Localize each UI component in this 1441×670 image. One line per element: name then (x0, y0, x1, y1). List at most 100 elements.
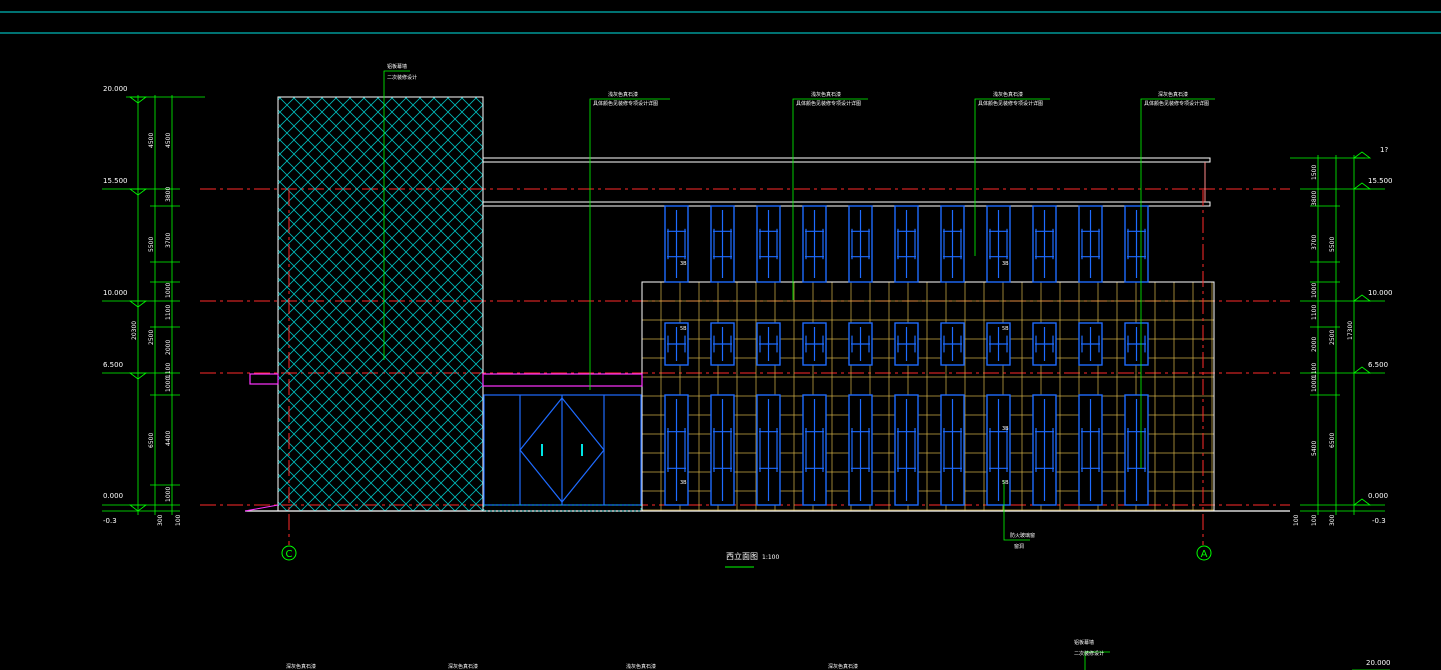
svg-text:4500: 4500 (165, 133, 172, 148)
window-unit (986, 394, 1011, 506)
window-unit (802, 322, 827, 366)
svg-text:3700: 3700 (165, 233, 172, 248)
window-unit (848, 394, 873, 506)
window-unit (756, 322, 781, 366)
svg-text:1100: 1100 (165, 305, 172, 320)
svg-text:5500: 5500 (148, 237, 155, 252)
svg-text:6500: 6500 (148, 433, 155, 448)
svg-text:300: 300 (157, 514, 164, 526)
svg-text:深灰色真石漆: 深灰色真石漆 (286, 663, 316, 670)
drawing-scale: 1:100 (762, 554, 779, 561)
callout-text: 窗洞 (1014, 543, 1024, 550)
svg-text:100: 100 (1293, 514, 1300, 526)
canopy-left (249, 373, 279, 385)
window-unit (802, 394, 827, 506)
svg-text:2500: 2500 (1329, 330, 1336, 345)
window-unit (1032, 205, 1057, 283)
window-unit (1032, 394, 1057, 506)
svg-text:4400: 4400 (165, 431, 172, 446)
elevation-markers-left: 20.000 15.500 10.000 6.500 0.000 -0.3 (103, 85, 148, 525)
svg-text:铝板幕墙: 铝板幕墙 (1074, 639, 1094, 646)
right-dimensions (1290, 155, 1385, 515)
svg-text:3800: 3800 (165, 187, 172, 202)
window-unit (894, 394, 919, 506)
elevation-label: 20.000 (1366, 659, 1391, 667)
elevation-label: 0.000 (1368, 492, 1388, 500)
elevation-drawing: C A 西立面图 1:100 20.000 15.500 10.000 6.50… (0, 11, 1441, 670)
svg-text:5B: 5B (1002, 480, 1009, 486)
svg-text:6500: 6500 (1329, 433, 1336, 448)
window-unit (756, 394, 781, 506)
svg-text:二次装修设计: 二次装修设计 (1074, 650, 1104, 657)
elevation-label: -0.3 (103, 517, 117, 525)
svg-text:2000: 2000 (165, 340, 172, 355)
drawing-title: 西立面图 (726, 551, 758, 561)
svg-text:100: 100 (1311, 514, 1318, 526)
svg-text:5500: 5500 (1329, 237, 1336, 252)
left-dimension-texts: 4500 5500 2500 6500 4500 3800 3700 1000 … (131, 133, 182, 526)
svg-text:2000: 2000 (1311, 337, 1318, 352)
window-unit (894, 322, 919, 366)
svg-text:3B: 3B (1002, 261, 1009, 267)
elevation-label: 0.000 (103, 492, 123, 500)
callout-text: 浅灰色真石漆 (608, 91, 638, 98)
elevation-label: 6.500 (103, 361, 123, 369)
left-dimensions (102, 95, 205, 515)
callout-text: 浅灰色真石漆 (993, 91, 1023, 98)
window-unit (986, 205, 1011, 283)
elevation-label: -0.3 (1372, 517, 1386, 525)
svg-text:1100: 1100 (1311, 363, 1318, 378)
cad-drawing-canvas[interactable]: C A 西立面图 1:100 20.000 15.500 10.000 6.50… (0, 0, 1441, 670)
canopy (482, 373, 643, 387)
window-unit (1078, 394, 1103, 506)
window-unit (848, 205, 873, 283)
elevation-label: 1? (1380, 146, 1388, 154)
callout-text: 防火玻璃窗 (1010, 532, 1035, 539)
callout-text: 浅灰色真石漆 (811, 91, 841, 98)
svg-text:1000: 1000 (1311, 283, 1318, 298)
roof-slab (482, 157, 1211, 163)
svg-text:1500: 1500 (1311, 165, 1318, 180)
elevation-markers-right: 1? 15.500 10.000 6.500 0.000 -0.3 20.000 (1352, 146, 1393, 670)
callout-text: 具体颜色见装修专项设计详图 (978, 100, 1043, 107)
window-unit (1032, 322, 1057, 366)
axis-label-a: A (1201, 549, 1208, 560)
svg-text:深灰色真石漆: 深灰色真石漆 (448, 663, 478, 670)
callout-text: 具体颜色见装修专项设计详图 (593, 100, 658, 107)
elevation-label: 6.500 (1368, 361, 1388, 369)
callout-text: 二次装修设计 (387, 74, 417, 81)
svg-text:3B: 3B (680, 480, 687, 486)
window-unit (710, 205, 735, 283)
elevation-label: 10.000 (103, 289, 128, 297)
window-unit (848, 322, 873, 366)
svg-text:浅灰色真石漆: 浅灰色真石漆 (626, 663, 656, 670)
window-unit (710, 394, 735, 506)
svg-text:5400: 5400 (1311, 441, 1318, 456)
svg-text:深灰色真石漆: 深灰色真石漆 (828, 663, 858, 670)
window-unit (802, 205, 827, 283)
svg-text:1100: 1100 (1311, 305, 1318, 320)
window-unit (1124, 394, 1149, 506)
bottom-callout-texts: 深灰色真石漆 深灰色真石漆 浅灰色真石漆 深灰色真石漆 铝板幕墙 二次装修设计 (286, 639, 1104, 670)
elevation-label: 15.500 (1368, 177, 1393, 185)
curtain-wall-tower (277, 96, 484, 512)
svg-text:3B: 3B (680, 261, 687, 267)
svg-text:1000: 1000 (165, 487, 172, 502)
svg-text:3700: 3700 (1311, 235, 1318, 250)
window-unit (940, 322, 965, 366)
window-unit (664, 394, 689, 506)
window-unit (664, 205, 689, 283)
elevation-label: 15.500 (103, 177, 128, 185)
window-unit (1078, 205, 1103, 283)
svg-text:3800: 3800 (1311, 191, 1318, 206)
svg-text:300: 300 (1329, 514, 1336, 526)
window-unit (940, 394, 965, 506)
callout-text: 具体颜色见装修专项设计详图 (1144, 100, 1209, 107)
axis-label-c: C (286, 549, 293, 560)
svg-text:3B: 3B (1002, 426, 1009, 432)
svg-text:4500: 4500 (148, 133, 155, 148)
svg-text:100: 100 (175, 514, 182, 526)
right-dimension-texts: 1500 3800 3700 1000 1100 2000 1000 1100 … (1293, 165, 1354, 526)
svg-text:17300: 17300 (1347, 321, 1354, 340)
elevation-label: 20.000 (103, 85, 128, 93)
